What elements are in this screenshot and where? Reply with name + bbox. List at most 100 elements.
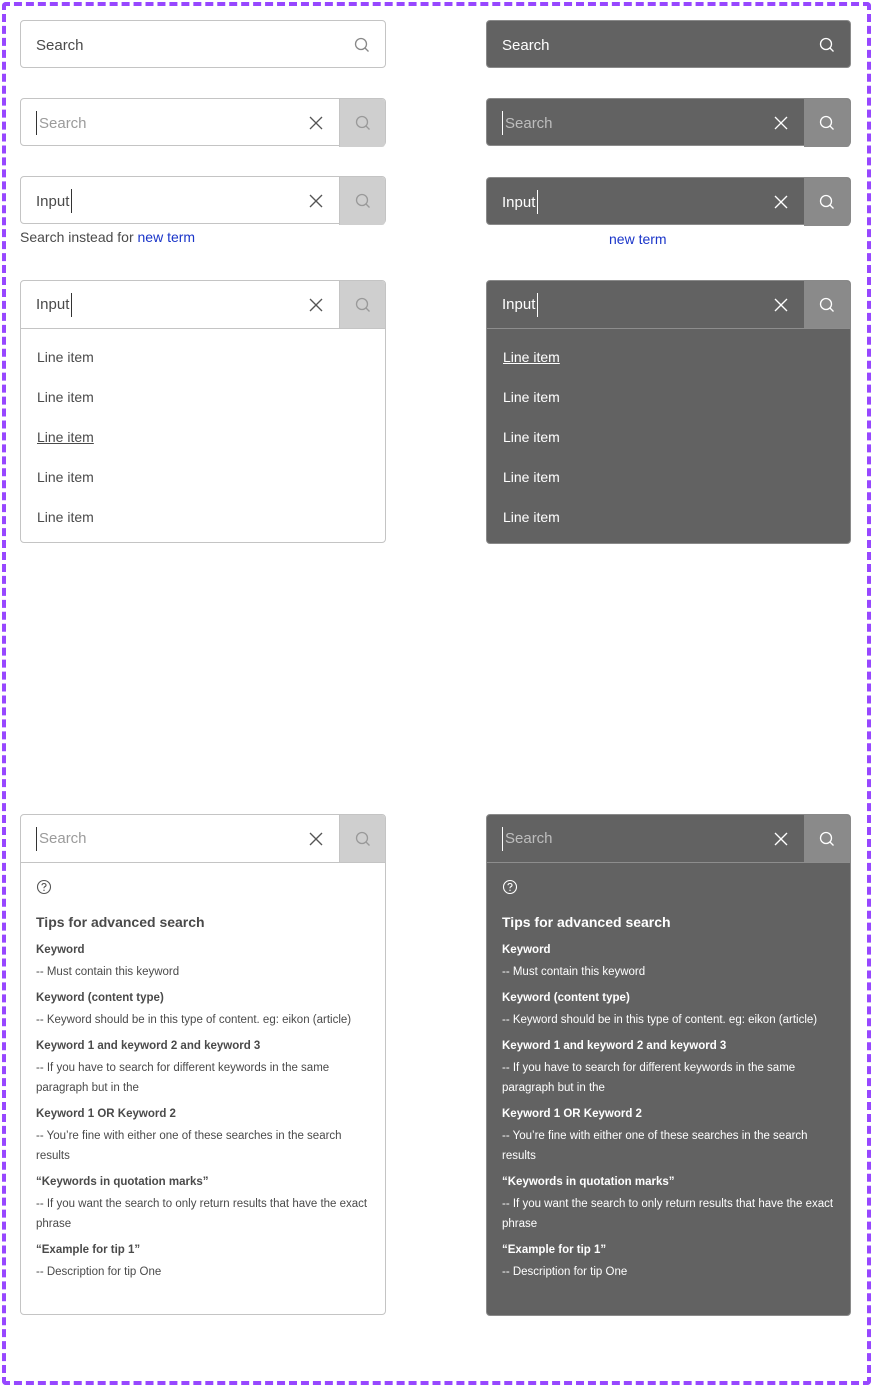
tips-panel: Tips for advanced search Keyword -- Must… [21,863,385,1282]
help-circle-icon [502,879,518,895]
tip-title: “Keywords in quotation marks” [502,1176,675,1188]
search-suggestion: Search instead for new term [20,229,195,245]
search-button[interactable] [804,815,850,862]
list-item[interactable]: Line item [21,337,385,377]
clear-button[interactable] [293,177,339,225]
dropdown-list: Line item Line item Line item Line item … [487,329,850,537]
search-tips-light[interactable]: Search Tips for advanced search Keyword … [20,814,386,1315]
search-icon [355,193,370,208]
search-default-dark[interactable]: Search [486,20,851,68]
tip-desc: -- Description for tip One [36,1266,162,1278]
search-icon [819,37,834,52]
search-button[interactable] [339,815,385,862]
search-icon [819,831,834,846]
search-button[interactable] [339,281,385,328]
clear-button[interactable] [758,178,804,226]
dropdown-list: Line item Line item Line item Line item … [21,329,385,537]
search-button[interactable] [804,281,850,328]
tips-panel: Tips for advanced search Keyword -- Must… [487,863,850,1282]
search-button[interactable] [804,21,850,69]
suggestion-prefix: Search instead for [20,229,134,245]
search-placeholder: Search [39,114,87,132]
search-placeholder: Search [39,830,87,847]
tip-title: Keyword (content type) [36,992,164,1004]
search-button[interactable] [339,177,385,225]
tip-desc: -- You’re fine with either one of these … [36,1130,342,1162]
tip-title: “Keywords in quotation marks” [36,1176,209,1188]
tip-title: Keyword 1 and keyword 2 and keyword 3 [502,1040,727,1052]
search-input-light[interactable]: Input [20,176,386,225]
text-caret [537,292,539,317]
text-caret [36,111,37,135]
tip-title: Keyword [502,944,551,956]
list-item[interactable]: Line item [21,417,385,457]
search-input-value: Input [502,296,536,313]
tip-title: Keyword (content type) [502,992,630,1004]
tip-title: “Example for tip 1” [36,1244,141,1256]
search-button[interactable] [804,99,850,147]
text-caret [502,826,503,851]
search-input-dark[interactable]: Input [486,177,851,226]
text-caret [537,190,539,214]
close-icon [774,195,788,209]
clear-button[interactable] [293,815,339,862]
list-item[interactable]: Line item [21,497,385,537]
search-button[interactable] [339,99,385,147]
tip-title: Keyword 1 and keyword 2 and keyword 3 [36,1040,261,1052]
clear-button[interactable] [758,815,804,862]
search-placeholder: Search [36,36,84,54]
search-icon [355,115,370,130]
search-icon [819,115,834,130]
close-icon [774,832,788,845]
list-item[interactable]: Line item [21,457,385,497]
tip-desc: -- If you have to search for different k… [36,1062,330,1094]
search-placeholder: Search [505,830,553,847]
clear-button[interactable] [293,99,339,147]
search-icon [355,297,370,312]
search-icon [355,831,370,846]
list-item[interactable]: Line item [487,417,850,457]
search-placeholder: Search [502,36,550,54]
text-caret [71,292,73,317]
search-focused-dark[interactable]: Search [486,98,851,147]
search-focused-light[interactable]: Search [20,98,386,147]
search-button[interactable] [339,21,385,69]
search-dropdown-dark[interactable]: Input Line item Line item Line item Line… [486,280,851,544]
suggestion-link[interactable]: new term [138,229,196,245]
tip-title: Keyword [36,944,85,956]
clear-button[interactable] [293,281,339,328]
close-icon [309,298,323,311]
search-tips-dark[interactable]: Search Tips for advanced search Keyword … [486,814,851,1316]
tip-title: Keyword 1 OR Keyword 2 [502,1108,642,1120]
tips-title: Tips for advanced search [36,914,205,930]
text-caret [36,826,37,851]
search-input-value: Input [36,192,70,210]
tip-desc: -- You’re fine with either one of these … [502,1130,808,1162]
tip-desc: -- If you want the search to only return… [36,1198,368,1230]
list-item[interactable]: Line item [487,377,850,417]
close-icon [309,832,323,845]
search-icon [819,297,834,312]
tip-desc: -- Must contain this keyword [502,966,646,978]
clear-button[interactable] [758,281,804,328]
search-default-light[interactable]: Search [20,20,386,68]
search-input-value: Input [502,193,536,211]
list-item[interactable]: Line item [21,377,385,417]
close-icon [774,298,788,311]
clear-button[interactable] [758,99,804,147]
tip-desc: -- Must contain this keyword [36,966,180,978]
list-item[interactable]: Line item [487,337,850,377]
list-item[interactable]: Line item [487,497,850,537]
list-item[interactable]: Line item [487,457,850,497]
close-icon [309,194,323,208]
search-icon [354,37,369,52]
search-dropdown-light[interactable]: Input Line item Line item Line item Line… [20,280,386,543]
suggestion-link[interactable]: new term [609,231,667,247]
tip-title: Keyword 1 OR Keyword 2 [36,1108,176,1120]
close-icon [309,116,323,130]
tip-desc: -- Keyword should be in this type of con… [502,1014,818,1026]
text-caret [502,111,503,135]
help-circle-icon [36,879,52,895]
tip-title: “Example for tip 1” [502,1244,607,1256]
search-button[interactable] [804,178,850,226]
